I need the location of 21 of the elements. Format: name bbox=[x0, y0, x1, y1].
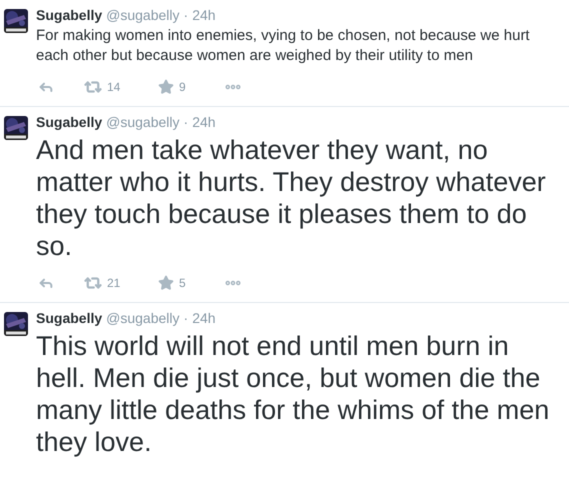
star-icon[interactable] bbox=[158, 275, 174, 291]
user-name[interactable]: Sugabelly bbox=[36, 7, 102, 23]
user-handle[interactable]: @sugabelly bbox=[106, 114, 180, 130]
timestamp[interactable]: 24h bbox=[192, 310, 216, 326]
tweet-text: And men take whatever they want, no matter who it hurts. They destroy whatever they touch because it pleases them to do so. bbox=[36, 134, 547, 262]
tweet-text: This world will not end until men burn in hell. Men die just once, but women die the many little deaths for the whims of the men they love. bbox=[36, 330, 550, 458]
user-handle[interactable]: @sugabelly bbox=[106, 310, 180, 326]
favorite-count: 5 bbox=[179, 276, 186, 290]
timestamp[interactable]: 24h bbox=[192, 114, 216, 130]
tweet-text: For making women into enemies, vying to be chosen, not because we hurt each other but because women are weighed by their utility to men bbox=[36, 26, 531, 66]
user-handle[interactable]: @sugabelly bbox=[106, 7, 180, 23]
separator: · bbox=[184, 310, 188, 326]
user-name[interactable]: Sugabelly bbox=[36, 310, 102, 326]
timestamp[interactable]: 24h bbox=[192, 7, 216, 23]
retweet-count: 14 bbox=[107, 80, 120, 94]
separator: · bbox=[184, 114, 188, 130]
favorite-count: 9 bbox=[179, 80, 186, 94]
separator: · bbox=[184, 7, 188, 23]
user-name[interactable]: Sugabelly bbox=[36, 114, 102, 130]
retweet-count: 21 bbox=[107, 276, 120, 290]
star-icon[interactable] bbox=[158, 79, 174, 95]
